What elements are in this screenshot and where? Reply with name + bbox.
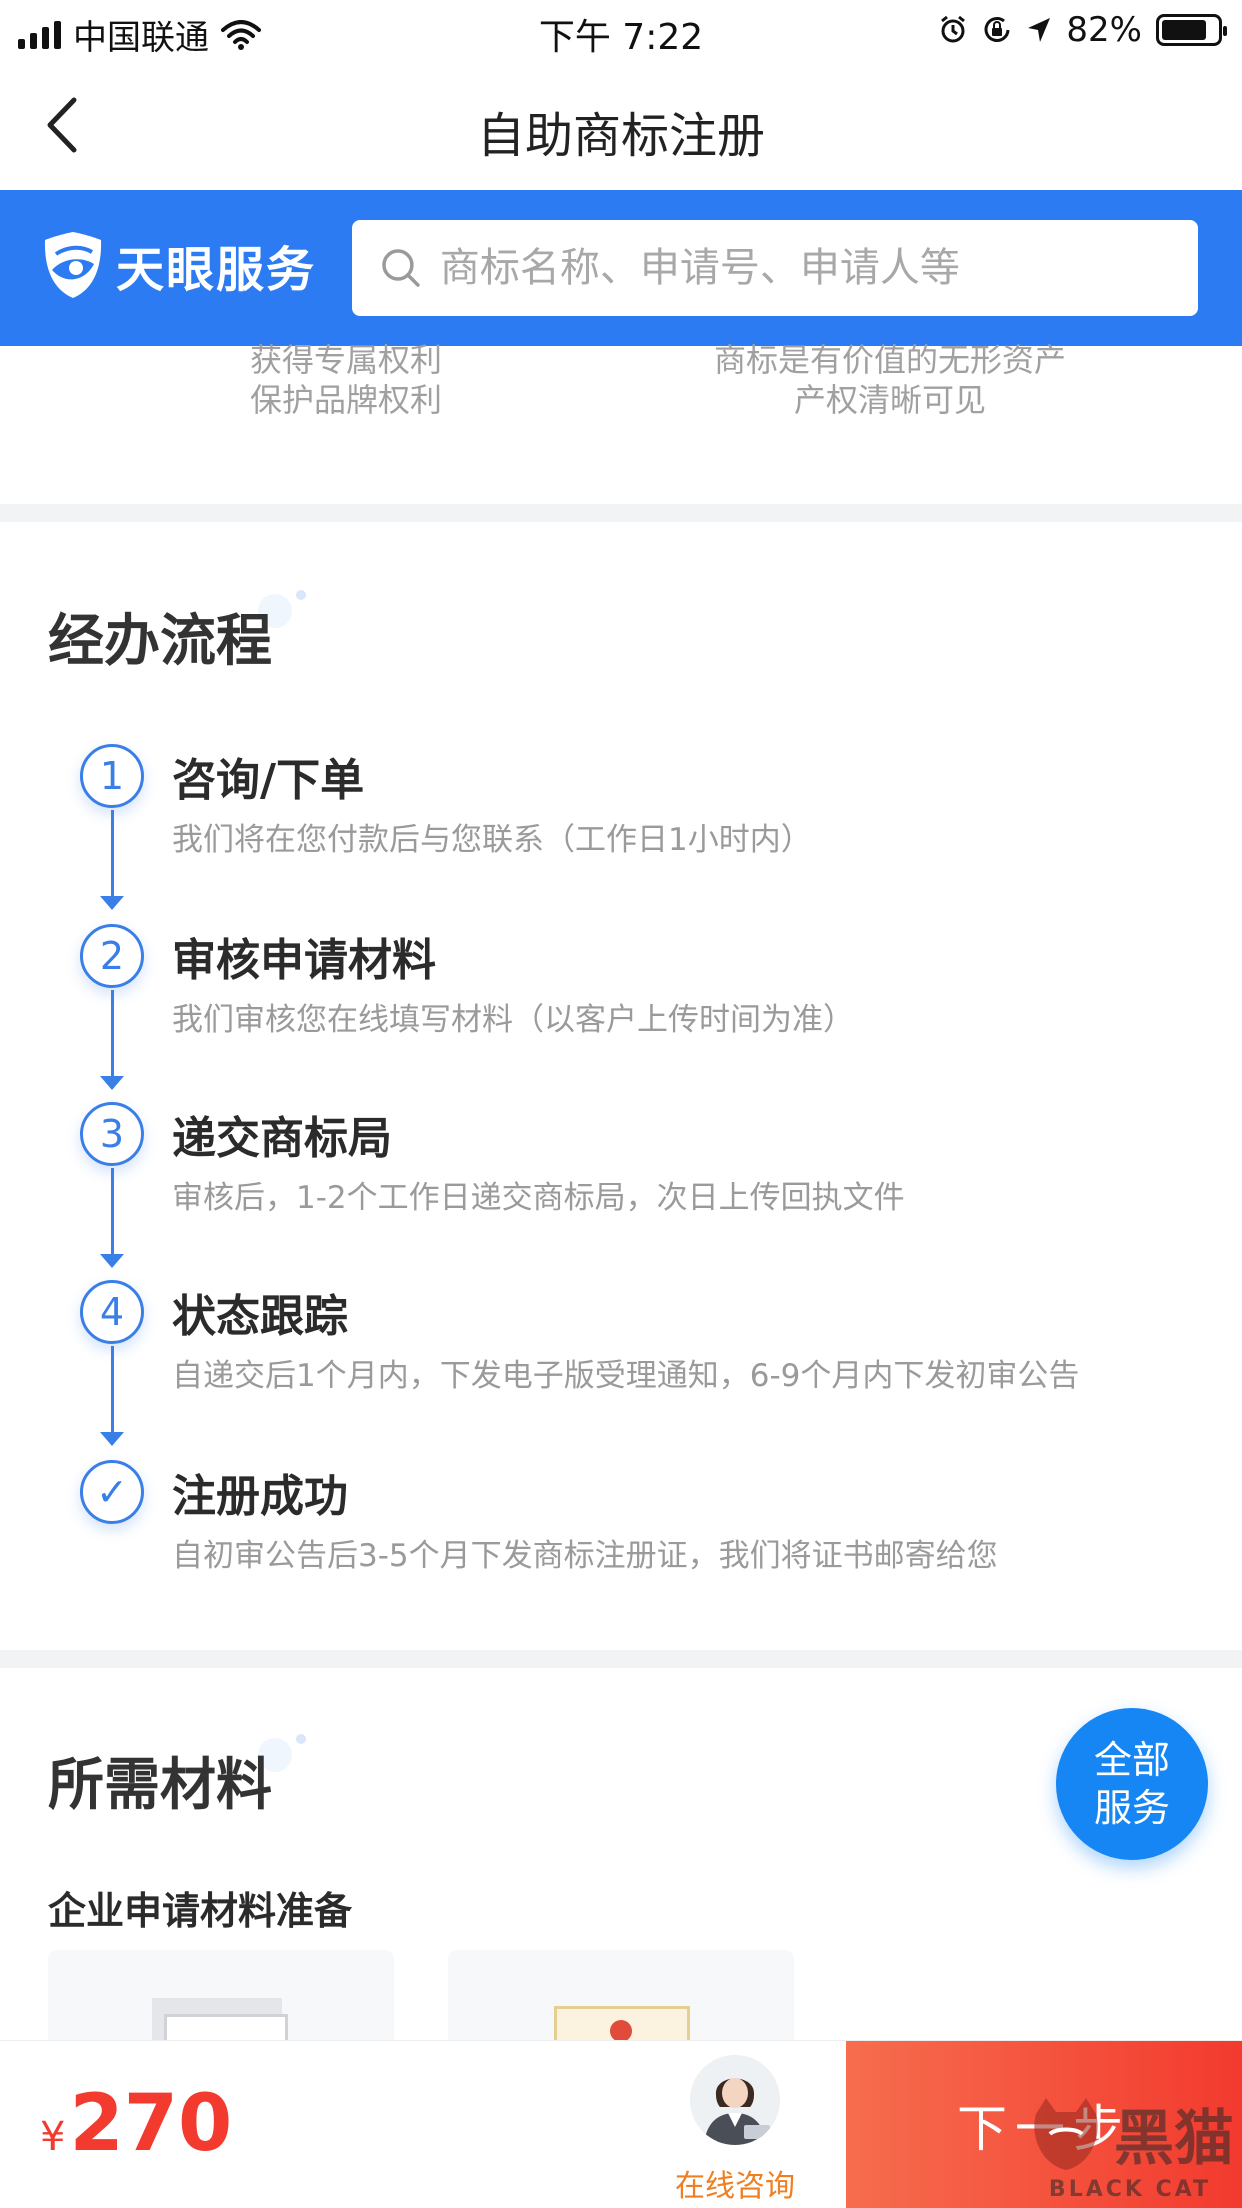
alarm-icon [941, 15, 966, 43]
step-description: 自递交后1个月内，下发电子版受理通知，6-9个月内下发初审公告 [172, 1358, 1080, 1394]
benefit-line: 获得专属权利 [249, 341, 442, 379]
materials-subtitle: 企业申请材料准备 [48, 1889, 353, 1933]
arrow-down-icon [100, 1076, 124, 1090]
step-description: 自初审公告后3-5个月下发商标注册证，我们将证书邮寄给您 [172, 1538, 998, 1574]
checkmark-icon: ✓ [80, 1460, 144, 1524]
step-connector [111, 1346, 114, 1434]
brand-logo[interactable]: 天眼服务 [42, 230, 316, 300]
battery-icon [1156, 14, 1227, 46]
watermark-en: BLACK CAT [1048, 2177, 1212, 2202]
decorative-dot [296, 590, 306, 600]
section-title-materials: 所需材料 [48, 1753, 272, 1818]
arrow-down-icon [100, 1432, 124, 1446]
step-number: 1 [80, 744, 144, 808]
benefit-line: 保护品牌权利 [249, 381, 442, 419]
location-icon [1028, 18, 1051, 42]
step-number: 4 [80, 1280, 144, 1344]
rotation-lock-icon [984, 17, 1010, 42]
consultant-avatar-image [690, 2055, 780, 2145]
step-title: 注册成功 [172, 1471, 348, 1522]
emblem-icon [610, 2020, 632, 2042]
step-description: 审核后，1-2个工作日递交商标局，次日上传回执文件 [172, 1180, 905, 1216]
all-services-label-line2: 服务 [1093, 1786, 1170, 1830]
step-description: 我们将在您付款后与您联系（工作日1小时内） [172, 822, 812, 858]
section-divider [0, 1650, 1242, 1668]
step-number: 2 [80, 924, 144, 988]
all-services-label-line1: 全部 [1093, 1738, 1170, 1782]
benefit-item: 获得专属权利 保护品牌权利 [196, 340, 496, 420]
online-consult-button[interactable]: 在线咨询 [660, 2055, 810, 2205]
brand-header: 天眼服务 [0, 190, 1242, 346]
tianyan-eye-logo-icon [44, 232, 102, 298]
price-value: 270 [69, 2079, 233, 2169]
status-right: 82% [938, 10, 1227, 50]
page-title: 自助商标注册 [476, 108, 765, 164]
benefit-line: 产权清晰可见 [793, 381, 986, 419]
battery-percent: 82% [1066, 10, 1142, 50]
online-consult-label: 在线咨询 [675, 2169, 795, 2204]
status-bar: 中国联通 下午 7:22 82% [0, 0, 1242, 60]
section-divider [0, 504, 1242, 522]
step-connector [111, 990, 114, 1078]
watermark-cn: 黑猫 [1114, 2104, 1234, 2174]
black-cat-watermark: 黑猫 BLACK CAT [1026, 2090, 1234, 2202]
step-title: 递交商标局 [172, 1113, 392, 1164]
battery-level [1162, 20, 1207, 40]
consultant-avatar [690, 2055, 780, 2145]
nav-bar: 自助商标注册 [0, 60, 1242, 190]
decorative-dot [296, 1734, 306, 1744]
benefits-section: 获得专属权利 保护品牌权利 商标是有价值的无形资产 产权清晰可见 [0, 341, 1242, 504]
currency-symbol: ¥ [40, 2114, 66, 2160]
benefit-line: 商标是有价值的无形资产 [713, 341, 1066, 379]
step-connector [111, 1168, 114, 1256]
black-cat-logo-icon [1034, 2097, 1098, 2170]
all-services-button[interactable]: 全部 服务 [1056, 1708, 1208, 1860]
step-description: 我们审核您在线填写材料（以客户上传时间为准） [172, 1002, 854, 1038]
step-title: 审核申请材料 [172, 935, 436, 986]
brand-name: 天眼服务 [116, 242, 317, 298]
step-connector [111, 810, 114, 898]
search-input[interactable] [439, 245, 1198, 291]
step-title: 咨询/下单 [172, 755, 365, 806]
step-title: 状态跟踪 [172, 1291, 348, 1342]
section-title-process: 经办流程 [48, 609, 272, 674]
price: ¥ 270 [40, 2079, 232, 2169]
arrow-down-icon [100, 1254, 124, 1268]
bottom-action-bar: ¥ 270 在线咨询 下一步 黑猫 BLACK CAT [0, 2040, 1242, 2208]
step-number: 3 [80, 1102, 144, 1166]
arrow-down-icon [100, 896, 124, 910]
benefit-item: 商标是有价值的无形资产 产权清晰可见 [690, 340, 1090, 420]
search-icon [382, 249, 420, 287]
search-bar[interactable] [352, 220, 1198, 316]
